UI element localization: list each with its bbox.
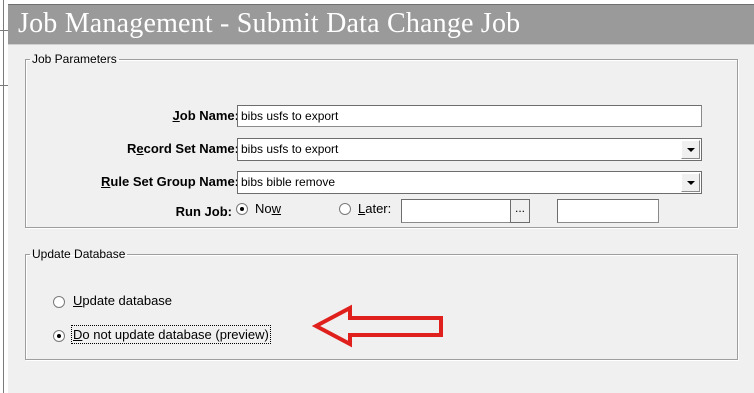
- preview-radio[interactable]: [53, 330, 65, 342]
- update-database-label[interactable]: Update database: [73, 293, 172, 308]
- later-time-input[interactable]: [557, 199, 659, 223]
- update-database-legend: Update Database: [32, 247, 126, 261]
- window-title: Job Management - Submit Data Change Job: [18, 8, 521, 39]
- left-window-edge: [0, 0, 8, 393]
- rule-set-group-name-label: Rule Set Group Name:: [101, 174, 239, 189]
- rule-set-group-name-value: bibs bible remove: [241, 175, 336, 189]
- run-later-label[interactable]: Later:: [358, 201, 391, 216]
- record-set-name-value: bibs usfs to export: [241, 142, 339, 156]
- preview-label[interactable]: Do not update database (preview): [71, 325, 271, 344]
- red-arrow-annotation: [312, 304, 443, 348]
- browse-date-button[interactable]: ...: [510, 199, 530, 223]
- record-set-name-label: Record Set Name:: [127, 141, 239, 156]
- job-parameters-legend: Job Parameters: [32, 52, 117, 66]
- run-job-label: Run Job:: [175, 204, 232, 219]
- job-name-label: Job Name:: [172, 108, 239, 123]
- chevron-down-icon[interactable]: [681, 140, 700, 159]
- title-bar: Job Management - Submit Data Change Job: [8, 4, 754, 45]
- later-date-input[interactable]: [401, 199, 511, 223]
- update-database-radio[interactable]: [53, 296, 65, 308]
- job-parameters-group: Job Parameters Job Name: bibs usfs to ex…: [25, 52, 738, 228]
- chevron-down-icon[interactable]: [681, 173, 700, 192]
- rule-set-group-name-dropdown[interactable]: bibs bible remove: [237, 171, 702, 194]
- run-later-radio[interactable]: [339, 203, 351, 215]
- run-now-radio[interactable]: [236, 203, 248, 215]
- job-name-input[interactable]: bibs usfs to export: [237, 105, 702, 127]
- run-now-label[interactable]: Now: [255, 201, 281, 216]
- record-set-name-dropdown[interactable]: bibs usfs to export: [237, 138, 702, 161]
